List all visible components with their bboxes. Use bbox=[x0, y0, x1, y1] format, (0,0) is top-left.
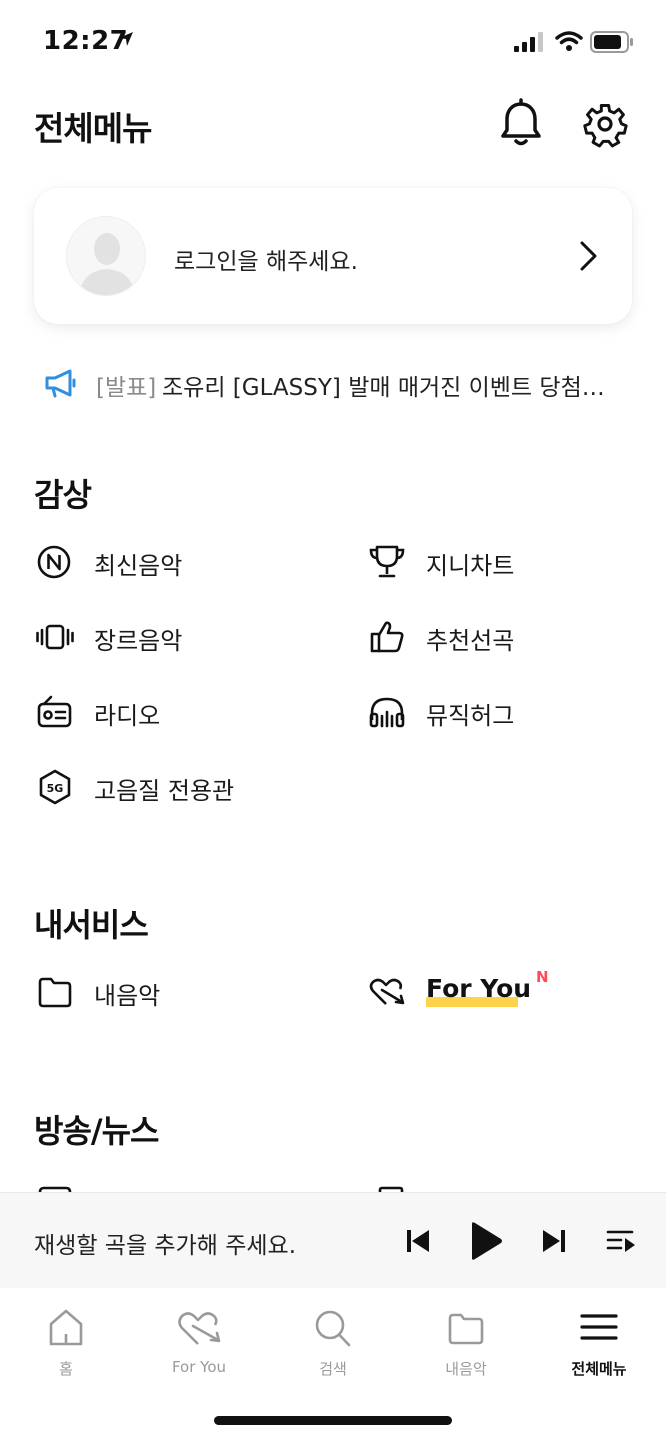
home-icon bbox=[49, 1309, 83, 1346]
menu-item-label: 장르음악 bbox=[94, 627, 183, 655]
gear-icon bbox=[583, 104, 628, 148]
headphones-icon bbox=[369, 697, 405, 728]
play-icon[interactable] bbox=[468, 1221, 504, 1261]
cellular-signal-icon bbox=[514, 32, 543, 52]
menu-item-latest-music[interactable]: 최신음악 bbox=[36, 542, 306, 582]
avatar bbox=[66, 216, 146, 296]
home-indicator bbox=[214, 1416, 452, 1425]
new-badge: N bbox=[536, 968, 549, 986]
menu-item-my-music[interactable]: 내음악 bbox=[36, 972, 306, 1012]
menu-item-label: For You bbox=[426, 974, 532, 1003]
tab-for-you[interactable]: For You bbox=[144, 1306, 254, 1386]
tab-label: 내음악 bbox=[445, 1360, 487, 1378]
playlist-icon[interactable] bbox=[606, 1227, 636, 1255]
section-title-broadcast: 방송/뉴스 bbox=[34, 1112, 159, 1150]
settings-button[interactable] bbox=[582, 98, 628, 148]
status-time: 12:27 bbox=[43, 26, 129, 56]
menu-item-genre-music[interactable]: 장르음악 bbox=[36, 617, 306, 657]
trophy-icon bbox=[369, 545, 405, 578]
default-avatar-icon bbox=[79, 233, 135, 295]
menu-item-recommended[interactable]: 추천선곡 bbox=[368, 617, 638, 657]
mini-player[interactable]: 재생할 곡을 추가해 주세요. bbox=[0, 1192, 666, 1288]
page-title: 전체메뉴 bbox=[34, 109, 152, 148]
menu-item-label: 고음질 전용관 bbox=[94, 777, 235, 805]
notice-banner[interactable]: [발표] 조유리 [GLASSY] 발매 매거진 이벤트 당첨… bbox=[44, 364, 634, 404]
tab-search[interactable]: 검색 bbox=[278, 1306, 388, 1386]
login-prompt: 로그인을 해주세요. bbox=[174, 249, 358, 275]
svg-text:5G: 5G bbox=[47, 782, 64, 795]
notification-button[interactable] bbox=[498, 98, 544, 148]
menu-item-hifi[interactable]: 5G 고음질 전용관 bbox=[36, 767, 306, 807]
search-icon bbox=[315, 1310, 351, 1347]
radio-icon bbox=[37, 695, 72, 728]
header: 전체메뉴 bbox=[0, 90, 666, 160]
tab-bar: 홈 For You 검색 내음악 전체메뉴 bbox=[0, 1288, 666, 1440]
tab-my-music[interactable]: 내음악 bbox=[411, 1306, 521, 1386]
section-title-my-service: 내서비스 bbox=[34, 906, 149, 944]
menu-item-label: 지니차트 bbox=[426, 552, 515, 580]
menu-item-label: 내음악 bbox=[94, 982, 161, 1010]
menu-item-label: 최신음악 bbox=[94, 552, 183, 580]
menu-item-label: 라디오 bbox=[94, 702, 161, 730]
tab-label: 홈 bbox=[59, 1360, 73, 1378]
tab-home[interactable]: 홈 bbox=[11, 1306, 121, 1386]
next-track-icon[interactable] bbox=[540, 1227, 568, 1255]
new-music-icon bbox=[37, 545, 71, 579]
tab-label: For You bbox=[171, 1358, 227, 1376]
megaphone-icon bbox=[45, 369, 76, 398]
status-bar: 12:27 bbox=[0, 0, 666, 84]
menu-item-radio[interactable]: 라디오 bbox=[36, 692, 306, 732]
menu-item-music-hug[interactable]: 뮤직허그 bbox=[368, 692, 638, 732]
section-title-appreciation: 감상 bbox=[34, 476, 92, 514]
previous-track-icon[interactable] bbox=[404, 1227, 432, 1255]
thumbs-up-icon bbox=[370, 621, 404, 653]
vibrate-icon bbox=[36, 624, 74, 650]
tab-label: 검색 bbox=[319, 1360, 347, 1378]
folder-icon bbox=[38, 977, 72, 1008]
menu-item-label: 추천선곡 bbox=[426, 627, 515, 655]
notice-prefix: [발표] bbox=[96, 375, 157, 401]
location-arrow-icon bbox=[119, 32, 133, 46]
menu-item-genie-chart[interactable]: 지니차트 bbox=[368, 542, 638, 582]
heart-arrow-icon bbox=[178, 1312, 221, 1345]
wifi-icon bbox=[555, 31, 583, 51]
battery-icon bbox=[590, 31, 633, 53]
menu-icon bbox=[580, 1314, 618, 1340]
login-card[interactable]: 로그인을 해주세요. bbox=[34, 188, 632, 324]
player-empty-text: 재생할 곡을 추가해 주세요. bbox=[34, 1233, 297, 1259]
bell-icon bbox=[501, 98, 541, 146]
tab-all-menu[interactable]: 전체메뉴 bbox=[544, 1306, 654, 1386]
5g-icon: 5G bbox=[39, 769, 71, 805]
folder-icon bbox=[448, 1313, 484, 1345]
chevron-right-icon bbox=[580, 241, 597, 271]
heart-arrow-icon bbox=[369, 978, 405, 1005]
notice-text: 조유리 [GLASSY] 발매 매거진 이벤트 당첨… bbox=[162, 375, 604, 401]
menu-item-label: 뮤직허그 bbox=[426, 702, 515, 730]
menu-item-for-you[interactable]: For You N bbox=[368, 968, 598, 1012]
tab-label: 전체메뉴 bbox=[571, 1360, 627, 1378]
